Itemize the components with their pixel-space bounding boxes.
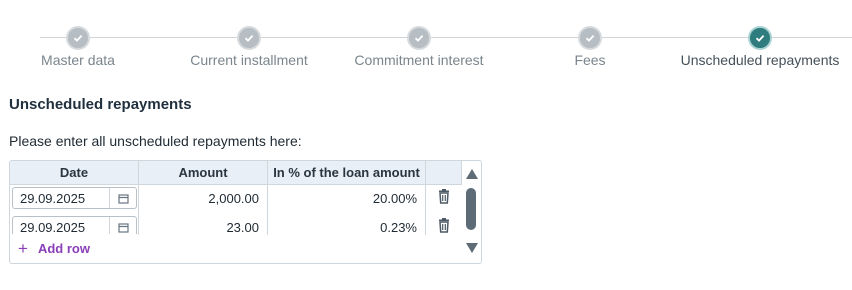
column-header-date[interactable]: Date <box>10 161 139 184</box>
table-row: 29.09.2025 2,000.00 20.00% <box>10 185 462 213</box>
check-icon <box>237 26 261 50</box>
scroll-up-icon[interactable] <box>466 169 478 179</box>
date-value: 29.09.2025 <box>20 220 86 234</box>
trash-icon[interactable] <box>437 189 451 205</box>
step-label-master-data: Master data <box>41 52 115 68</box>
amount-cell: 23.00 <box>226 220 259 234</box>
check-icon <box>66 26 90 50</box>
section-intro: Please enter all unscheduled repayments … <box>9 133 302 149</box>
step-label-unscheduled-repayments: Unscheduled repayments <box>680 52 840 68</box>
step-label-fees: Fees <box>574 52 606 68</box>
step-label-current-installment: Current installment <box>190 52 308 68</box>
calendar-icon[interactable] <box>109 188 136 208</box>
date-value: 29.09.2025 <box>20 191 86 206</box>
check-icon <box>407 26 431 50</box>
step-fees[interactable] <box>578 26 602 50</box>
scrollbar-thumb[interactable] <box>466 188 476 230</box>
progress-stepper: Master data Current installment Commitme… <box>0 0 852 80</box>
stepper-line <box>40 37 852 38</box>
step-commitment-interest[interactable] <box>407 26 431 50</box>
column-header-percent[interactable]: In % of the loan amount <box>268 161 426 184</box>
add-row-label: Add row <box>37 240 90 256</box>
table-header: Date Amount In % of the loan amount <box>10 161 462 185</box>
section-title: Unscheduled repayments <box>9 96 192 113</box>
check-icon <box>578 26 602 50</box>
step-current-installment[interactable] <box>237 26 261 50</box>
percent-cell: 20.00% <box>372 191 417 206</box>
date-input[interactable]: 29.09.2025 <box>12 216 137 234</box>
date-input[interactable]: 29.09.2025 <box>12 187 137 209</box>
plus-icon: + <box>18 238 28 258</box>
repayments-table: Date Amount In % of the loan amount 29.0… <box>9 160 482 264</box>
step-unscheduled-repayments[interactable] <box>748 26 772 50</box>
add-row-button[interactable]: + Add row <box>18 239 90 257</box>
step-label-commitment-interest: Commitment interest <box>354 52 484 68</box>
amount-cell: 2,000.00 <box>208 191 259 206</box>
trash-icon[interactable] <box>437 218 451 234</box>
scroll-down-icon[interactable] <box>466 243 478 253</box>
column-header-actions <box>426 161 462 184</box>
check-icon <box>748 26 772 50</box>
step-master-data[interactable] <box>66 26 90 50</box>
table-row: 29.09.2025 23.00 0.23% <box>10 214 462 234</box>
column-header-amount[interactable]: Amount <box>139 161 268 184</box>
calendar-icon[interactable] <box>109 217 136 234</box>
percent-cell: 0.23% <box>380 220 417 234</box>
